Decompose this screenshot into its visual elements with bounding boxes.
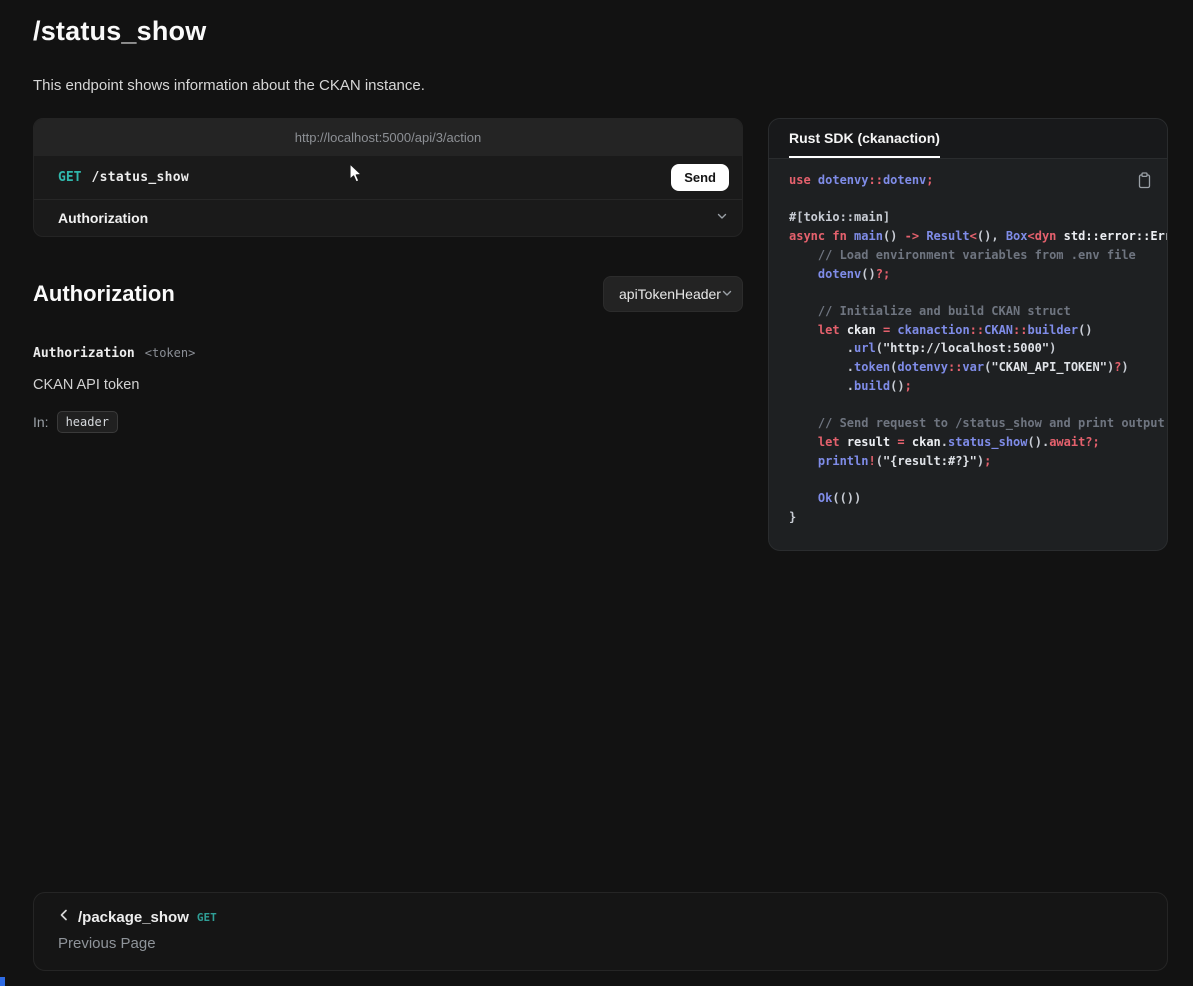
previous-page-method-badge: GET xyxy=(197,911,217,924)
auth-param-description: CKAN API token xyxy=(33,377,139,393)
auth-in-label: In: xyxy=(33,414,49,430)
base-url: http://localhost:5000/api/3/action xyxy=(295,130,481,145)
sdk-panel-header: Rust SDK (ckanaction) xyxy=(769,119,1167,159)
chevron-down-icon[interactable] xyxy=(716,209,728,227)
api-playground-card: http://localhost:5000/api/3/action GET /… xyxy=(33,118,743,237)
authorization-heading: Authorization xyxy=(33,281,175,307)
chevron-left-icon xyxy=(58,908,70,927)
endpoint-row: GET /status_show Send xyxy=(34,156,742,199)
clipboard-icon xyxy=(1137,177,1152,192)
auth-param-type: <token> xyxy=(145,346,196,360)
previous-page-row: /package_show GET xyxy=(58,908,1143,927)
copy-code-button[interactable] xyxy=(1135,170,1154,194)
tab-rust-sdk[interactable]: Rust SDK (ckanaction) xyxy=(789,119,940,158)
sdk-code-panel: Rust SDK (ckanaction) use dotenvy::doten… xyxy=(768,118,1168,551)
scroll-accent-mark xyxy=(0,977,5,986)
auth-in-value-chip: header xyxy=(57,411,118,433)
code-block[interactable]: use dotenvy::dotenv; #[tokio::main]async… xyxy=(789,171,1167,526)
page-title: /status_show xyxy=(33,16,206,47)
http-method-badge: GET xyxy=(58,170,81,185)
previous-page-title: /package_show xyxy=(78,909,189,926)
auth-param-name: Authorization xyxy=(33,346,135,361)
auth-param-row: Authorization <token> xyxy=(33,346,195,361)
auth-scheme-value: apiTokenHeader xyxy=(619,286,721,302)
chevron-down-icon xyxy=(721,286,733,302)
sdk-code-body: use dotenvy::dotenv; #[tokio::main]async… xyxy=(769,159,1167,538)
base-url-bar: http://localhost:5000/api/3/action xyxy=(34,119,742,156)
page-description: This endpoint shows information about th… xyxy=(33,77,425,94)
previous-page-label: Previous Page xyxy=(58,935,1143,952)
authorization-accordion[interactable]: Authorization xyxy=(34,200,742,236)
send-button[interactable]: Send xyxy=(671,164,729,191)
auth-scheme-select[interactable]: apiTokenHeader xyxy=(603,276,743,312)
authorization-accordion-label: Authorization xyxy=(58,210,148,226)
endpoint-path: /status_show xyxy=(91,170,189,185)
auth-in-row: In: header xyxy=(33,411,118,433)
previous-page-link[interactable]: /package_show GET Previous Page xyxy=(33,892,1168,971)
